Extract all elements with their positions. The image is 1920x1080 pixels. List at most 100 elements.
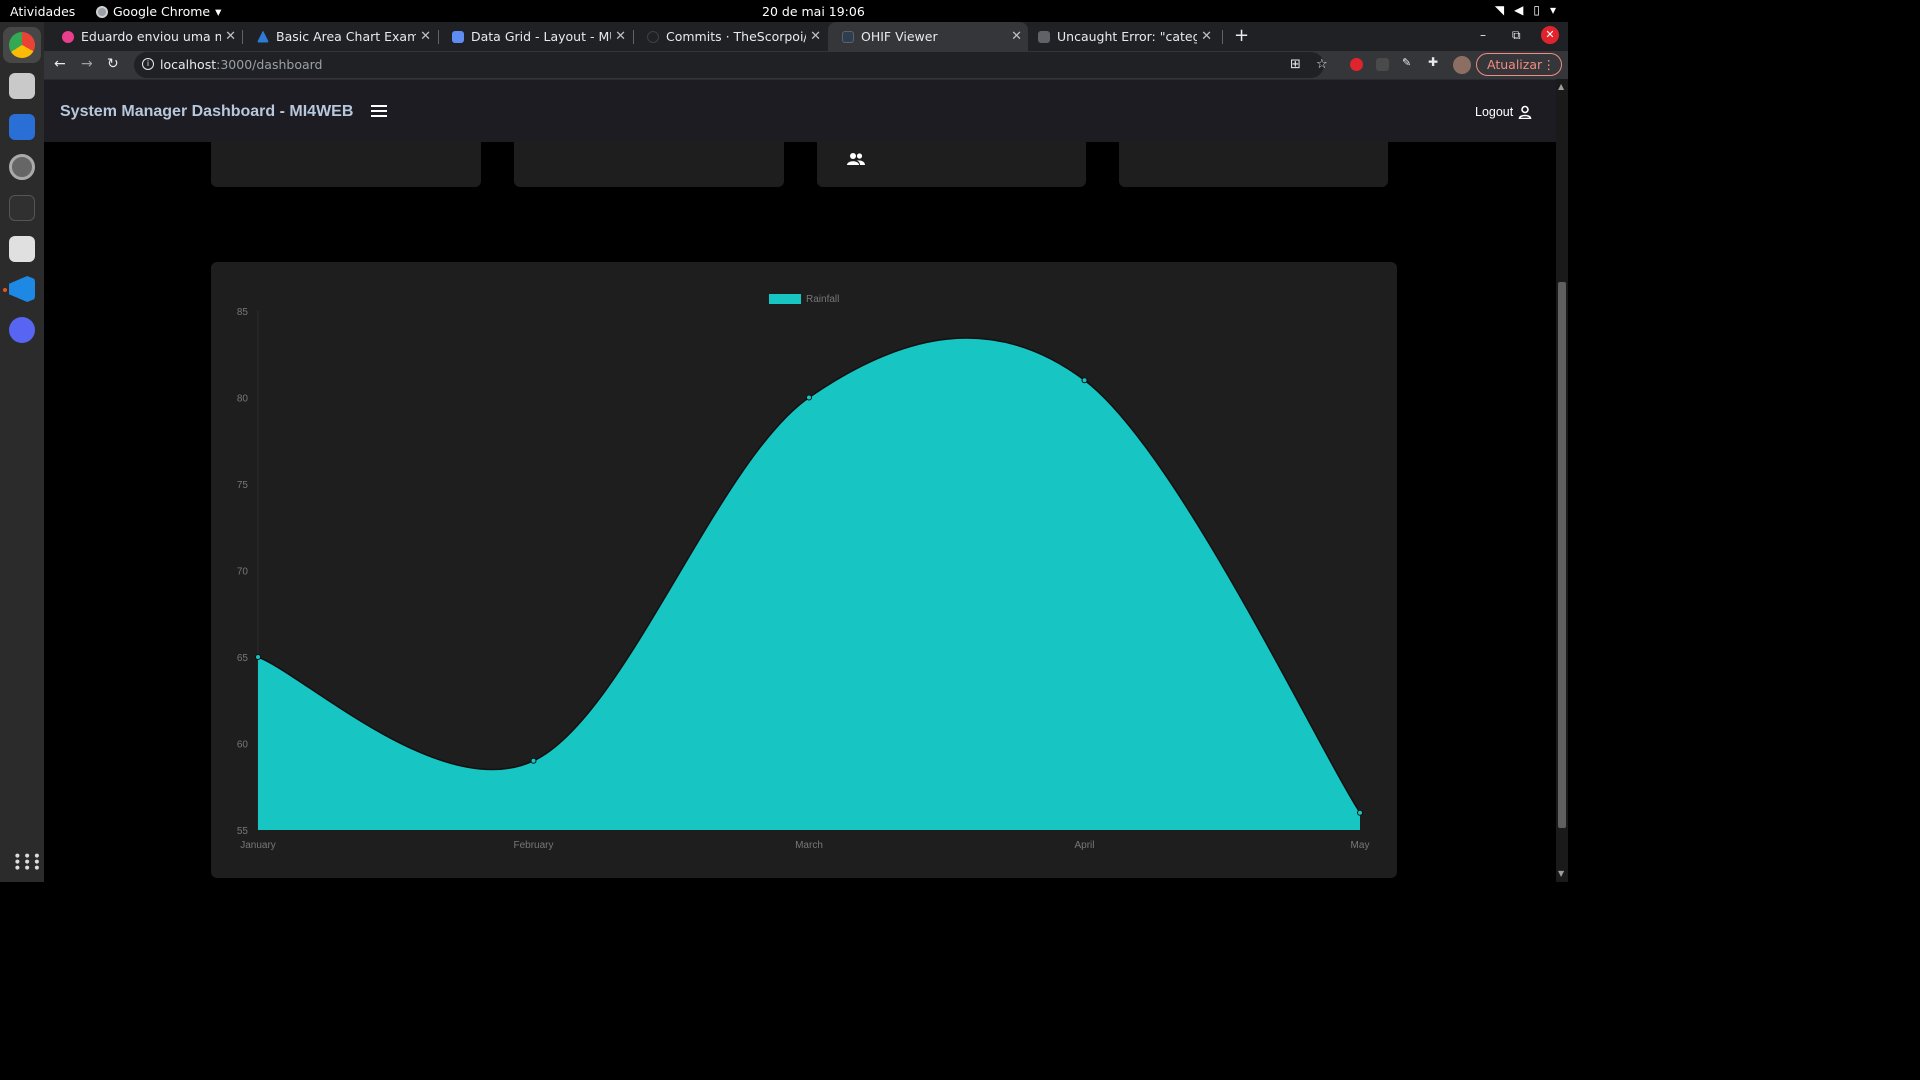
address-bar[interactable]: i localhost:3000/dashboard ⊞ ☆	[134, 52, 1328, 78]
system-tray[interactable]: ◥ ◀ ▯ ▾	[1495, 3, 1556, 17]
close-tab-icon[interactable]: ✕	[225, 29, 236, 44]
page-scrollbar[interactable]: ▲ ▼	[1556, 79, 1568, 882]
files-icon[interactable]	[9, 73, 35, 99]
rainfall-area-chart: 55 60 65 70 75 80 85 January February March April M…	[237, 294, 1370, 851]
extension-red-icon[interactable]	[1350, 58, 1363, 71]
y-tick-label: 80	[237, 394, 249, 405]
rainfall-chart-card: 55 60 65 70 75 80 85 January February March April M…	[211, 262, 1397, 878]
tab[interactable]: Basic Area Chart Example ✕	[243, 22, 437, 51]
tab-title: Basic Area Chart Example	[276, 29, 416, 44]
y-tick-label: 65	[237, 653, 249, 664]
wifi-icon: ◥	[1494, 3, 1505, 17]
x-tick-label: May	[1351, 840, 1370, 851]
messenger-icon	[62, 30, 74, 43]
chrome-icon[interactable]	[9, 32, 35, 58]
browser-toolbar: ← → ↻ i localhost:3000/dashboard ⊞ ☆ ✎ ✚…	[44, 51, 1568, 79]
url-path: :3000/dashboard	[216, 57, 323, 72]
tab[interactable]: Eduardo enviou uma men ✕	[48, 22, 242, 51]
site-info-icon[interactable]: i	[142, 58, 154, 70]
battery-icon: ▯	[1533, 3, 1540, 17]
minimize-button[interactable]: –	[1480, 28, 1486, 42]
scroll-down-arrow[interactable]: ▼	[1558, 869, 1564, 878]
rainfall-area	[258, 337, 1360, 830]
logout-label: Logout	[1475, 105, 1514, 119]
page-viewport: System Manager Dashboard - MI4WEB Logout…	[44, 79, 1556, 882]
update-button-label: Atualizar	[1487, 57, 1543, 72]
tab[interactable]: Uncaught Error: "categor ✕	[1024, 22, 1218, 51]
data-point	[255, 654, 261, 660]
summary-card	[1119, 142, 1388, 187]
settings-icon[interactable]	[9, 154, 35, 180]
github-icon	[647, 30, 659, 43]
clock[interactable]: 20 de mai 19:06	[762, 4, 865, 19]
tab[interactable]: Data Grid - Layout - MUI X ✕	[438, 22, 632, 51]
close-tab-icon[interactable]: ✕	[615, 29, 626, 44]
close-tab-icon[interactable]: ✕	[1201, 29, 1212, 44]
running-indicator	[3, 288, 7, 292]
x-tick-label: February	[513, 840, 553, 851]
pen-extension-icon[interactable]: ✎	[1402, 56, 1415, 69]
y-tick-label: 55	[237, 826, 249, 837]
forward-icon[interactable]: →	[81, 56, 93, 72]
terminal-icon[interactable]	[9, 195, 35, 221]
reload-icon[interactable]: ↻	[107, 56, 119, 72]
data-point	[806, 394, 812, 401]
writer-icon[interactable]	[9, 114, 35, 140]
legend-label: Rainfall	[806, 294, 839, 305]
activities-button[interactable]: Atividades	[10, 4, 75, 19]
tab-active[interactable]: OHIF Viewer ✕	[828, 22, 1028, 51]
system-top-bar: Atividades Google Chrome ▾ 20 de mai 19:…	[0, 0, 1568, 22]
translate-icon[interactable]: ⊞	[1290, 57, 1301, 72]
user-icon	[1518, 105, 1532, 119]
back-icon[interactable]: ←	[54, 56, 66, 72]
window-close-button[interactable]: ✕	[1541, 26, 1559, 44]
x-tick-label: March	[795, 840, 823, 851]
tab-title: Eduardo enviou uma men	[81, 29, 221, 44]
apexcharts-icon	[257, 30, 269, 43]
bookmark-star-icon[interactable]: ☆	[1316, 57, 1328, 72]
y-tick-label: 60	[237, 740, 249, 751]
chevron-down-icon: ▾	[1549, 3, 1556, 17]
close-tab-icon[interactable]: ✕	[420, 29, 431, 44]
page-title: System Manager Dashboard - MI4WEB	[60, 103, 354, 120]
tab-separator	[1222, 30, 1223, 44]
app-header: System Manager Dashboard - MI4WEB Logout	[44, 79, 1556, 142]
vscode-icon[interactable]	[9, 276, 35, 302]
y-tick-label: 75	[237, 480, 249, 491]
tab-title: OHIF Viewer	[861, 29, 938, 44]
close-tab-icon[interactable]: ✕	[1011, 29, 1022, 44]
scroll-up-arrow[interactable]: ▲	[1558, 82, 1564, 91]
y-tick-label: 70	[237, 567, 249, 578]
tab-title: Uncaught Error: "categor	[1057, 29, 1197, 44]
url-text[interactable]: localhost:3000/dashboard	[160, 57, 323, 72]
logout-button[interactable]: Logout	[1475, 105, 1532, 119]
tab[interactable]: Commits · TheScorpoi/mi ✕	[633, 22, 827, 51]
volume-icon: ◀	[1514, 3, 1524, 17]
discord-icon[interactable]	[9, 317, 35, 343]
document-viewer-icon[interactable]	[9, 236, 35, 262]
chrome-icon	[96, 5, 108, 18]
app-menu[interactable]: Google Chrome ▾	[96, 4, 221, 19]
y-tick-label: 85	[237, 307, 249, 318]
show-apps-icon[interactable]: ∙∙∙ ∙∙∙ ∙∙∙	[13, 849, 42, 875]
profile-avatar[interactable]	[1453, 56, 1471, 74]
extension-gray-icon[interactable]	[1376, 58, 1389, 71]
close-tab-icon[interactable]: ✕	[810, 29, 821, 44]
update-button[interactable]: Atualizar ⋮	[1476, 53, 1562, 76]
ohif-icon	[842, 30, 854, 43]
hamburger-menu-icon[interactable]	[371, 105, 387, 117]
new-tab-button[interactable]: +	[1234, 25, 1249, 46]
x-tick-label: January	[240, 840, 276, 851]
tab-title: Data Grid - Layout - MUI X	[471, 29, 611, 44]
legend-swatch	[769, 294, 801, 304]
tab-strip: Eduardo enviou uma men ✕ Basic Area Char…	[44, 22, 1568, 51]
summary-card	[514, 142, 784, 187]
data-point	[1357, 809, 1363, 816]
chevron-down-icon: ▾	[215, 4, 222, 19]
dock: ∙∙∙ ∙∙∙ ∙∙∙	[0, 22, 44, 882]
scrollbar-thumb[interactable]	[1558, 282, 1566, 828]
summary-card	[211, 142, 481, 187]
restore-button[interactable]: ⧉	[1512, 28, 1521, 43]
x-tick-label: April	[1074, 840, 1094, 851]
puzzle-extensions-icon[interactable]: ✚	[1428, 55, 1441, 69]
